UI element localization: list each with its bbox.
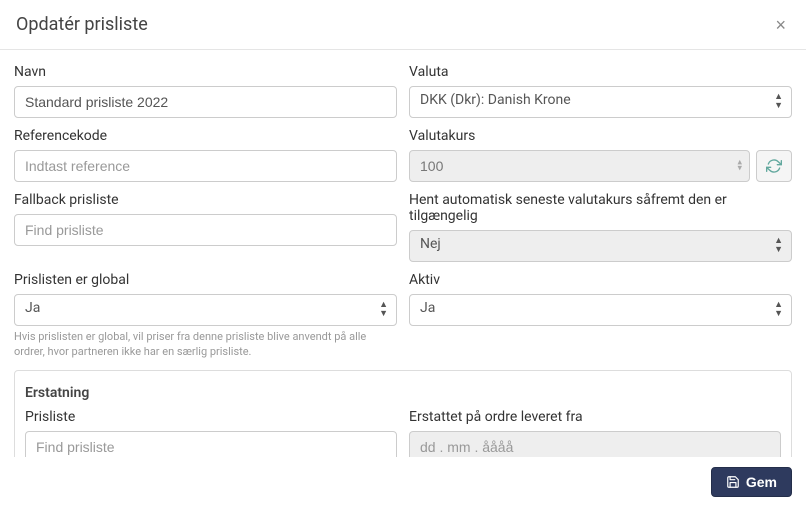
save-button-label: Gem bbox=[746, 474, 777, 490]
reference-field-group: Referencekode bbox=[14, 128, 397, 182]
save-button[interactable]: Gem bbox=[711, 467, 792, 497]
global-select-wrapper: Ja ▲▼ bbox=[14, 294, 397, 326]
name-field-group: Navn bbox=[14, 64, 397, 118]
active-field-group: Aktiv Ja ▲▼ bbox=[409, 272, 792, 360]
refresh-icon bbox=[766, 158, 782, 174]
close-button[interactable]: × bbox=[771, 16, 790, 34]
currency-label: Valuta bbox=[409, 64, 792, 80]
form-row: Prisliste Erstattet på ordre leveret fra bbox=[25, 409, 781, 457]
currency-select-wrapper: DKK (Dkr): Danish Krone ▲▼ bbox=[409, 86, 792, 118]
exchange-rate-wrap: ▴▾ bbox=[409, 150, 750, 182]
currency-select[interactable]: DKK (Dkr): Danish Krone bbox=[409, 86, 792, 118]
replacement-date-label: Erstattet på ordre leveret fra bbox=[409, 409, 781, 425]
name-label: Navn bbox=[14, 64, 397, 80]
active-label: Aktiv bbox=[409, 272, 792, 288]
replacement-date-input[interactable] bbox=[409, 431, 781, 457]
reference-input[interactable] bbox=[14, 150, 397, 182]
exchange-rate-label: Valutakurs bbox=[409, 128, 792, 144]
autofetch-select[interactable]: Nej bbox=[409, 230, 792, 262]
global-field-group: Prislisten er global Ja ▲▼ Hvis prislist… bbox=[14, 272, 397, 360]
name-input[interactable] bbox=[14, 86, 397, 118]
global-label: Prislisten er global bbox=[14, 272, 397, 288]
autofetch-field-group: Hent automatisk seneste valutakurs såfre… bbox=[409, 192, 792, 262]
fallback-input[interactable] bbox=[14, 214, 397, 246]
form-row: Fallback prisliste Hent automatisk senes… bbox=[14, 192, 792, 262]
replacement-pricelist-input[interactable] bbox=[25, 431, 397, 457]
modal-body: Navn Valuta DKK (Dkr): Danish Krone ▲▼ R… bbox=[0, 50, 806, 457]
reference-label: Referencekode bbox=[14, 128, 397, 144]
form-row: Referencekode Valutakurs ▴▾ bbox=[14, 128, 792, 182]
active-select[interactable]: Ja bbox=[409, 294, 792, 326]
update-pricelist-modal: Opdatér prisliste × Navn Valuta DKK (Dkr… bbox=[0, 0, 806, 511]
autofetch-label: Hent automatisk seneste valutakurs såfre… bbox=[409, 192, 792, 224]
refresh-rate-button[interactable] bbox=[756, 150, 792, 182]
replacement-section: Erstatning Prisliste Erstattet på ordre … bbox=[14, 370, 792, 457]
exchange-rate-input-group: ▴▾ bbox=[409, 150, 792, 182]
save-icon bbox=[726, 475, 740, 489]
form-row: Navn Valuta DKK (Dkr): Danish Krone ▲▼ bbox=[14, 64, 792, 118]
replacement-title: Erstatning bbox=[25, 385, 781, 401]
replacement-pricelist-group: Prisliste bbox=[25, 409, 397, 457]
modal-header: Opdatér prisliste × bbox=[0, 0, 806, 50]
replacement-pricelist-label: Prisliste bbox=[25, 409, 397, 425]
modal-footer: Gem bbox=[0, 457, 806, 511]
autofetch-select-wrapper: Nej ▲▼ bbox=[409, 230, 792, 262]
form-row: Prislisten er global Ja ▲▼ Hvis prislist… bbox=[14, 272, 792, 360]
exchange-rate-field-group: Valutakurs ▴▾ bbox=[409, 128, 792, 182]
modal-title: Opdatér prisliste bbox=[16, 14, 148, 35]
exchange-rate-input bbox=[409, 150, 750, 182]
replacement-date-group: Erstattet på ordre leveret fra bbox=[409, 409, 781, 457]
global-select[interactable]: Ja bbox=[14, 294, 397, 326]
close-icon: × bbox=[775, 15, 786, 35]
currency-field-group: Valuta DKK (Dkr): Danish Krone ▲▼ bbox=[409, 64, 792, 118]
fallback-field-group: Fallback prisliste bbox=[14, 192, 397, 262]
fallback-label: Fallback prisliste bbox=[14, 192, 397, 208]
global-help-text: Hvis prislisten er global, vil priser fr… bbox=[14, 330, 397, 360]
active-select-wrapper: Ja ▲▼ bbox=[409, 294, 792, 326]
